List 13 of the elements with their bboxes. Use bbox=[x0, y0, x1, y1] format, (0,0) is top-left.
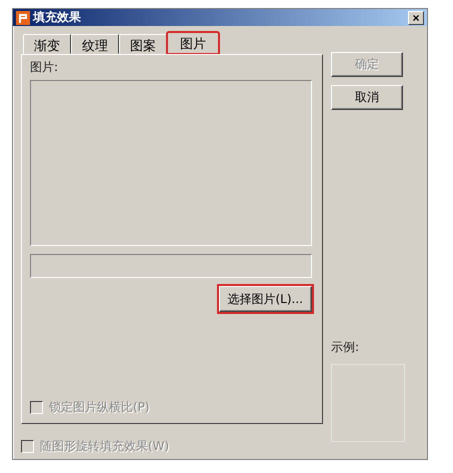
checkbox-label: 锁定图片纵横比(P) bbox=[49, 398, 150, 416]
dialog-button[interactable]: 取消 bbox=[331, 85, 403, 110]
window-title: 填充效果 bbox=[33, 9, 82, 26]
app-logo-icon bbox=[16, 10, 30, 24]
picture-label: 图片: bbox=[30, 59, 60, 76]
tab[interactable]: 图案 bbox=[119, 34, 167, 54]
tab[interactable]: 纹理 bbox=[71, 34, 119, 54]
close-button[interactable]: × bbox=[408, 10, 424, 24]
tab[interactable]: 渐变 bbox=[23, 34, 71, 54]
sample-label: 示例: bbox=[331, 339, 360, 356]
checkbox-label: 随图形旋转填充效果(W) bbox=[40, 438, 170, 454]
choose-picture-button[interactable]: 选择图片(L)... bbox=[218, 286, 312, 312]
tab[interactable]: 图片 bbox=[167, 32, 219, 54]
